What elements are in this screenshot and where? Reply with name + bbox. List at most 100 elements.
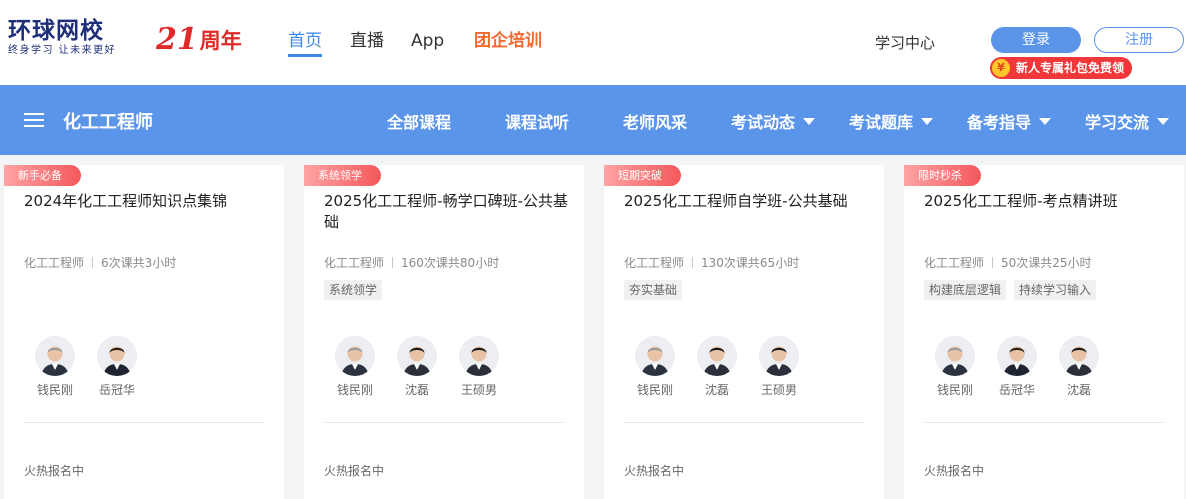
subnav-community[interactable]: 学习交流 bbox=[1085, 109, 1170, 133]
teacher-avatar bbox=[635, 336, 675, 376]
course-title[interactable]: 2025化工工程师-考点精讲班 bbox=[924, 191, 1168, 212]
teacher-item[interactable]: 钱民刚 bbox=[24, 336, 86, 398]
subnav-exam-news[interactable]: 考试动态 bbox=[731, 109, 816, 133]
teacher-avatar bbox=[35, 336, 75, 376]
enrollment-status: 火热报名中 bbox=[624, 464, 685, 478]
course-card[interactable]: 新手必备 2024年化工工程师知识点集锦化工工程师 6次课共3小时钱民刚 岳冠华火热报… bbox=[4, 165, 284, 499]
site-logo[interactable]: 环球网校 终身学习 让未来更好 bbox=[8, 18, 130, 62]
teacher-name: 王硕男 bbox=[460, 383, 497, 397]
course-card[interactable]: 限时秒杀 2025化工工程师-考点精讲班化工工程师 50次课共25小时 构建底层逻辑持… bbox=[904, 165, 1184, 499]
subnav-label: 备考指导 bbox=[967, 113, 1032, 132]
anniversary-badge: 21 周年 bbox=[156, 24, 242, 56]
course-title[interactable]: 2024年化工工程师知识点集锦 bbox=[24, 191, 268, 212]
teacher-name: 岳冠华 bbox=[998, 383, 1035, 397]
teacher-name: 岳冠华 bbox=[98, 383, 135, 397]
teacher-item[interactable]: 钱民刚 bbox=[324, 336, 386, 398]
teacher-name: 沈磊 bbox=[404, 383, 429, 397]
subnav-label: 老师风采 bbox=[623, 113, 688, 132]
teacher-item[interactable]: 沈磊 bbox=[1048, 336, 1110, 398]
subnav-label: 全部课程 bbox=[387, 113, 452, 132]
enrollment-status: 火热报名中 bbox=[24, 464, 85, 478]
card-divider bbox=[324, 422, 564, 423]
course-category: 化工工程师 bbox=[24, 256, 85, 270]
course-navbar: 化工工程师 全部课程 课程试听 老师风采 考试动态 考试题库 备考指导 学习交流 bbox=[0, 85, 1186, 155]
subnav-trial-lessons[interactable]: 课程试听 bbox=[505, 109, 569, 133]
feature-tag-list: 夯实基础 bbox=[624, 280, 683, 300]
course-tag-badge: 系统领学 bbox=[304, 165, 381, 186]
meta-divider bbox=[692, 257, 694, 268]
caret-down-icon bbox=[1039, 117, 1052, 125]
course-lesson-count: 160次课共80小时 bbox=[401, 256, 500, 270]
course-meta: 化工工程师 50次课共25小时 bbox=[924, 254, 1092, 271]
course-meta: 化工工程师 160次课共80小时 bbox=[324, 254, 499, 271]
feature-tag: 夯实基础 bbox=[624, 280, 683, 300]
teacher-item[interactable]: 王硕男 bbox=[448, 336, 510, 398]
course-card[interactable]: 短期突破 2025化工工程师自学班-公共基础化工工程师 130次课共65小时 夯实基础… bbox=[604, 165, 884, 499]
hamburger-menu-icon[interactable] bbox=[24, 113, 44, 127]
feature-tag: 持续学习输入 bbox=[1014, 280, 1097, 300]
teacher-name: 钱民刚 bbox=[936, 383, 973, 397]
gift-label: 新人专属礼包免费领 bbox=[1016, 61, 1125, 75]
newcomer-gift-button[interactable]: ¥ 新人专属礼包免费领 bbox=[990, 57, 1133, 79]
subnav-label: 课程试听 bbox=[505, 113, 570, 132]
course-tag-badge: 新手必备 bbox=[4, 165, 81, 186]
teacher-list: 钱民刚 沈磊 王硕男 bbox=[624, 336, 810, 398]
teacher-name: 沈磊 bbox=[704, 383, 729, 397]
logo-slogan: 终身学习 让未来更好 bbox=[8, 45, 117, 56]
caret-down-icon bbox=[803, 117, 816, 125]
teacher-avatar bbox=[1059, 336, 1099, 376]
teacher-name: 王硕男 bbox=[760, 383, 797, 397]
course-tag-badge: 短期突破 bbox=[604, 165, 681, 186]
teacher-name: 钱民刚 bbox=[636, 383, 673, 397]
caret-down-icon bbox=[921, 117, 934, 125]
enrollment-status: 火热报名中 bbox=[924, 464, 985, 478]
card-divider bbox=[624, 422, 864, 423]
caret-down-icon bbox=[1157, 117, 1170, 125]
teacher-item[interactable]: 钱民刚 bbox=[624, 336, 686, 398]
teacher-item[interactable]: 钱民刚 bbox=[924, 336, 986, 398]
topnav-app[interactable]: App bbox=[411, 30, 444, 52]
teacher-item[interactable]: 岳冠华 bbox=[986, 336, 1048, 398]
logo-text: 环球网校 bbox=[8, 18, 104, 44]
course-lesson-count: 130次课共65小时 bbox=[701, 256, 800, 270]
feature-tag: 构建底层逻辑 bbox=[924, 280, 1007, 300]
teacher-item[interactable]: 岳冠华 bbox=[86, 336, 148, 398]
course-category: 化工工程师 bbox=[324, 256, 385, 270]
teacher-item[interactable]: 王硕男 bbox=[748, 336, 810, 398]
coin-icon: ¥ bbox=[992, 59, 1010, 77]
topnav-home[interactable]: 首页 bbox=[288, 30, 322, 57]
subnav-teachers[interactable]: 老师风采 bbox=[623, 109, 687, 133]
topnav-live[interactable]: 直播 bbox=[350, 30, 384, 52]
course-title[interactable]: 2025化工工程师自学班-公共基础 bbox=[624, 191, 868, 212]
topnav-enterprise-training[interactable]: 团企培训 bbox=[474, 30, 542, 52]
teacher-name: 沈磊 bbox=[1066, 383, 1091, 397]
login-button[interactable]: 登录 bbox=[991, 27, 1081, 53]
subnav-all-courses[interactable]: 全部课程 bbox=[387, 109, 451, 133]
teacher-avatar bbox=[935, 336, 975, 376]
course-card[interactable]: 系统领学 2025化工工程师-畅学口碑班-公共基础 化工工程师 160次课共80小时系… bbox=[304, 165, 584, 499]
teacher-avatar bbox=[335, 336, 375, 376]
study-center-link[interactable]: 学习中心 bbox=[875, 32, 935, 53]
course-meta: 化工工程师 130次课共65小时 bbox=[624, 254, 799, 271]
course-lesson-count: 6次课共3小时 bbox=[101, 256, 177, 270]
card-divider bbox=[924, 422, 1164, 423]
course-meta: 化工工程师 6次课共3小时 bbox=[24, 254, 176, 271]
register-button[interactable]: 注册 bbox=[1094, 27, 1184, 53]
course-tag-badge: 限时秒杀 bbox=[904, 165, 981, 186]
course-category: 化工工程师 bbox=[924, 256, 985, 270]
card-divider bbox=[24, 422, 264, 423]
meta-divider bbox=[92, 257, 94, 268]
teacher-item[interactable]: 沈磊 bbox=[686, 336, 748, 398]
teacher-name: 钱民刚 bbox=[336, 383, 373, 397]
navbar-title: 化工工程师 bbox=[63, 112, 153, 133]
teacher-avatar bbox=[459, 336, 499, 376]
course-title[interactable]: 2025化工工程师-畅学口碑班-公共基础 bbox=[324, 191, 568, 233]
anniversary-text: 周年 bbox=[199, 29, 242, 53]
teacher-name: 钱民刚 bbox=[36, 383, 73, 397]
teacher-item[interactable]: 沈磊 bbox=[386, 336, 448, 398]
subnav-question-bank[interactable]: 考试题库 bbox=[849, 109, 934, 133]
top-header: 环球网校 终身学习 让未来更好 21 周年 首页 直播 App 团企培训 学习中… bbox=[0, 0, 1186, 85]
teacher-avatar bbox=[997, 336, 1037, 376]
teacher-avatar bbox=[697, 336, 737, 376]
subnav-exam-guide[interactable]: 备考指导 bbox=[967, 109, 1052, 133]
